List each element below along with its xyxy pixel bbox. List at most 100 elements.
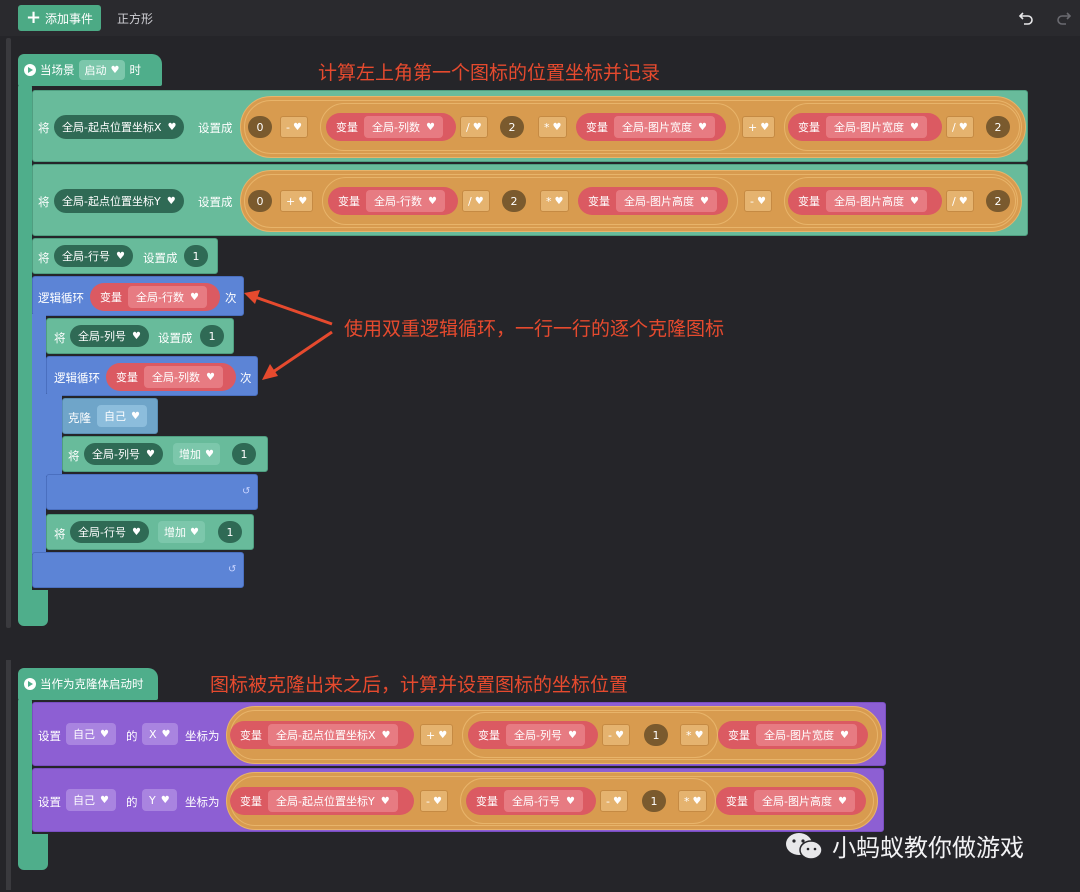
var-dropdown-start-y[interactable]: 全局-起点位置坐标Y ♥ [54, 189, 184, 213]
variable-block[interactable]: 变量 全局-图片高度 ♥ [578, 187, 728, 215]
number-input[interactable]: 1 [232, 443, 256, 465]
var-dropdown-col[interactable]: 全局-列号 ♥ [70, 325, 149, 347]
variable-block[interactable]: 变量 全局-列数 ♥ [106, 363, 236, 391]
op-dropdown[interactable]: - ♥ [280, 116, 308, 138]
variable-block[interactable]: 变量 全局-图片高度 ♥ [788, 187, 942, 215]
axis-dropdown[interactable]: Y ♥ [142, 789, 177, 811]
number-input[interactable]: 2 [986, 116, 1010, 138]
chevron-down-icon: ♥ [837, 795, 847, 807]
annotation-clone-position: 图标被克隆出来之后，计算并设置图标的坐标位置 [210, 674, 629, 696]
number-input[interactable]: 1 [184, 245, 208, 267]
chevron-down-icon: ♥ [612, 795, 622, 807]
chevron-down-icon: ♥ [474, 195, 484, 207]
var-name: 全局-图片宽度 [764, 729, 834, 742]
script2-rail [18, 698, 32, 838]
var-dropdown-row[interactable]: 全局-行号 ♥ [54, 245, 133, 267]
var-kw: 变量 [476, 795, 498, 808]
op-dropdown[interactable]: + ♥ [420, 724, 454, 746]
redo-icon[interactable] [1052, 6, 1076, 30]
op-dropdown[interactable]: - ♥ [600, 790, 628, 812]
var-name: 全局-行数 [374, 195, 422, 208]
variable-block[interactable]: 变量 全局-图片高度 ♥ [716, 787, 866, 815]
clone-target-dropdown[interactable]: 自己 ♥ [97, 405, 147, 427]
chevron-down-icon: ♥ [694, 729, 704, 741]
op-dropdown[interactable]: * ♥ [538, 116, 568, 138]
var-name: 全局-行号 [512, 795, 560, 808]
var-dropdown-col[interactable]: 全局-列号 ♥ [84, 443, 163, 465]
op-dropdown[interactable]: / ♥ [946, 116, 974, 138]
number-input[interactable]: 2 [502, 190, 526, 212]
chevron-down-icon: ♥ [381, 729, 391, 741]
var-name: 全局-列号 [514, 729, 562, 742]
set-keyword: 将 [68, 449, 80, 463]
op-dropdown[interactable]: / ♥ [462, 190, 490, 212]
op-dropdown[interactable]: * ♥ [678, 790, 708, 812]
variable-block[interactable]: 变量 全局-图片宽度 ♥ [788, 113, 942, 141]
var-kw: 变量 [726, 795, 748, 808]
number-input[interactable]: 1 [200, 325, 224, 347]
chevron-down-icon: ♥ [115, 250, 125, 262]
loop-arrow-icon: ↺ [242, 486, 251, 497]
op-dropdown[interactable]: - ♥ [602, 724, 630, 746]
hat-suffix: 时 [129, 63, 141, 77]
scene-event-dropdown[interactable]: 启动 ♥ [78, 60, 126, 80]
op-value: - [750, 194, 754, 208]
variable-block[interactable]: 变量 全局-图片宽度 ♥ [576, 113, 726, 141]
chevron-down-icon: ♥ [909, 195, 919, 207]
variable-block[interactable]: 变量 全局-列号 ♥ [468, 721, 598, 749]
set-keyword: 将 [54, 527, 66, 541]
dropdown-value: 增加 [164, 526, 186, 539]
axis-dropdown[interactable]: X ♥ [142, 723, 178, 745]
op-value: + [426, 728, 436, 742]
op-value: * [686, 728, 692, 742]
op-dropdown[interactable]: - ♥ [420, 790, 448, 812]
action-dropdown[interactable]: 增加 ♥ [173, 443, 220, 465]
variable-block[interactable]: 变量 全局-行数 ♥ [90, 283, 220, 311]
target-dropdown[interactable]: 自己 ♥ [66, 723, 116, 745]
op-dropdown[interactable]: * ♥ [680, 724, 710, 746]
var-name: 全局-图片宽度 [834, 121, 904, 134]
variable-block[interactable]: 变量 全局-列数 ♥ [326, 113, 456, 141]
chevron-down-icon: ♥ [100, 728, 109, 740]
number-input[interactable]: 0 [248, 190, 272, 212]
variable-block[interactable]: 变量 全局-起点位置坐标X ♥ [230, 721, 414, 749]
target-dropdown[interactable]: 自己 ♥ [66, 789, 116, 811]
var-kw: 变量 [588, 195, 610, 208]
action-dropdown[interactable]: 增加 ♥ [158, 521, 205, 543]
chevron-down-icon: ♥ [298, 195, 308, 207]
dropdown-value: 增加 [179, 448, 201, 461]
scene-start-hat-block[interactable]: 当场景 启动 ♥ 时 [18, 54, 162, 86]
undo-icon[interactable] [1014, 6, 1038, 30]
op-dropdown[interactable]: + ♥ [280, 190, 314, 212]
chevron-down-icon: ♥ [958, 121, 968, 133]
op-dropdown[interactable]: / ♥ [460, 116, 488, 138]
variable-block[interactable]: 变量 全局-起点位置坐标Y ♥ [230, 787, 414, 815]
set-keyword: 设置 [38, 729, 61, 743]
hat-label: 当作为克隆体启动时 [40, 677, 144, 691]
number-input[interactable]: 1 [642, 790, 666, 812]
number-input[interactable]: 2 [986, 190, 1010, 212]
number-input[interactable]: 1 [218, 521, 242, 543]
var-dropdown-start-x[interactable]: 全局-起点位置坐标X ♥ [54, 115, 185, 139]
var-name: 全局-列数 [372, 121, 420, 134]
number-input[interactable]: 2 [500, 116, 524, 138]
op-dropdown[interactable]: / ♥ [946, 190, 974, 212]
op-value: * [546, 194, 552, 208]
clone-keyword: 克隆 [68, 411, 91, 425]
var-dropdown-row[interactable]: 全局-行号 ♥ [70, 521, 149, 543]
variable-block[interactable]: 变量 全局-行号 ♥ [466, 787, 596, 815]
set-to-label: 设置成 [198, 121, 233, 135]
var-name: 全局-图片高度 [762, 795, 832, 808]
op-dropdown[interactable]: * ♥ [540, 190, 570, 212]
op-dropdown[interactable]: - ♥ [744, 190, 772, 212]
op-value: / [952, 120, 956, 134]
number-input[interactable]: 1 [644, 724, 668, 746]
chevron-down-icon: ♥ [756, 195, 766, 207]
variable-block[interactable]: 变量 全局-图片宽度 ♥ [718, 721, 868, 749]
op-dropdown[interactable]: + ♥ [742, 116, 776, 138]
number-input[interactable]: 0 [248, 116, 272, 138]
add-event-button[interactable]: + 添加事件 [18, 5, 101, 31]
watermark: 小蚂蚁教你做游戏 [784, 828, 1024, 863]
clone-start-hat-block[interactable]: 当作为克隆体启动时 [18, 668, 158, 700]
variable-block[interactable]: 变量 全局-行数 ♥ [328, 187, 458, 215]
